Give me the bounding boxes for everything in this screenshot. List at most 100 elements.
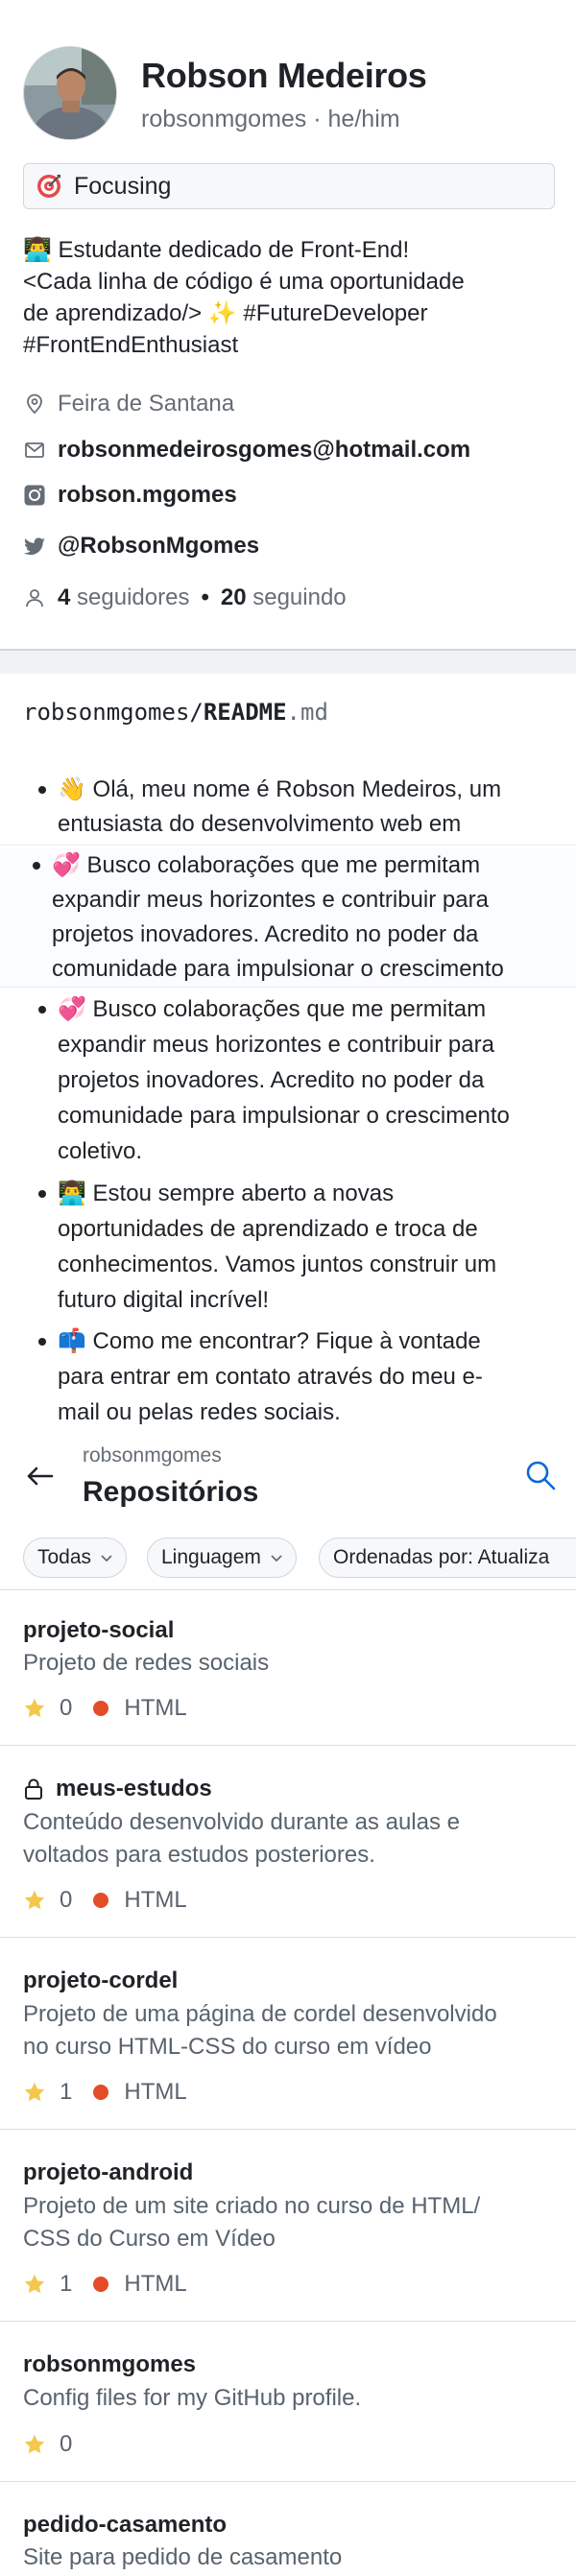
repo-desc-line: Config files for my GitHub profile. (23, 2385, 362, 2411)
page-title: Repositórios (83, 1476, 259, 1508)
readme-title[interactable]: robsonmgomes/README.md (23, 699, 328, 726)
readme-item-1: 👋 Olá, meu nome é Robson Medeiros, um en… (0, 773, 576, 846)
status-text: Focusing (74, 172, 172, 200)
star-icon (24, 1698, 45, 1718)
language-dot (93, 1893, 109, 1908)
star-icon (24, 2434, 45, 2454)
bullet (38, 1006, 46, 1014)
language-dot (93, 1701, 109, 1716)
repo-desc-line: Projeto de um site criado no curso de HT… (23, 2193, 481, 2219)
divider (0, 1937, 576, 1938)
search-icon[interactable] (524, 1459, 557, 1491)
repo-desc-line: CSS do Curso em Vídeo (23, 2226, 276, 2252)
readme-item-5: 📫 Como me encontrar? Fique à vontade par… (0, 1324, 576, 1432)
email-row[interactable]: robsonmedeirosgomes@hotmail.com (23, 434, 470, 466)
bio-line: de aprendizado/> ✨ #FutureDeveloper (23, 300, 428, 326)
following-count[interactable]: 20 (221, 584, 247, 611)
bullet (38, 786, 46, 794)
target-emoji (37, 175, 60, 198)
followers-label[interactable]: seguidores (77, 584, 189, 611)
location-pin-icon (27, 394, 42, 415)
mail-icon (25, 442, 44, 458)
repo-name[interactable]: projeto-android (23, 2159, 193, 2186)
repo-desc-line: Projeto de uma página de cordel desenvol… (23, 2001, 497, 2027)
readme-line: coletivo. (58, 1138, 143, 1164)
repo-name[interactable]: pedido-casamento (23, 2512, 227, 2539)
readme-line: comunidade para impulsionar o cresciment… (58, 1103, 510, 1129)
readme-owner: robsonmgomes (23, 699, 190, 726)
instagram-icon (24, 485, 45, 506)
profile-handle: robsonmgomes · he/him (141, 106, 400, 132)
star-count: 1 (60, 2079, 73, 2105)
filter-label: Ordenadas por: Atualiza (333, 1546, 550, 1568)
star-count: 1 (60, 2271, 73, 2297)
repo-name[interactable]: projeto-cordel (23, 1968, 178, 1994)
filter-type[interactable]: Todas (23, 1538, 128, 1578)
repo-meta: 0 HTML (23, 1694, 187, 1723)
readme-line: para entrar em contato através do meu e- (58, 1364, 483, 1390)
status-badge[interactable]: Focusing (23, 163, 555, 209)
email-link[interactable]: robsonmedeirosgomes@hotmail.com (58, 437, 470, 464)
repo-description: Projeto de redes sociais (23, 1647, 561, 1680)
readme-line: expandir meus horizontes e contribuir pa… (58, 1032, 494, 1058)
divider (0, 2129, 576, 2130)
bullet (38, 1190, 46, 1198)
avatar[interactable] (23, 46, 117, 140)
readme-item-4: 👨‍💻 Estou sempre aberto a novas oportuni… (0, 1177, 576, 1321)
following-label[interactable]: seguindo (252, 584, 346, 611)
repo-meta: 0 HTML (23, 1886, 187, 1915)
repo-desc-line: voltados para estudos posteriores. (23, 1842, 375, 1868)
repo-meta: 0 (23, 2430, 72, 2459)
readme-item-3: 💞️ Busco colaborações que me permitam ex… (0, 992, 576, 1175)
readme-line: expandir meus horizontes e contribuir pa… (52, 887, 489, 913)
lock-icon (25, 1778, 42, 1800)
username: robsonmgomes (141, 106, 307, 132)
twitter-icon (24, 537, 45, 556)
followers-count[interactable]: 4 (58, 584, 70, 611)
repo-description: Projeto de uma página de cordel desenvol… (23, 1998, 561, 2063)
repo-desc-line: Conteúdo desenvolvido durante as aulas e (23, 1809, 460, 1835)
readme-line: 👨‍💻 Estou sempre aberto a novas (58, 1181, 395, 1206)
star-count: 0 (60, 1695, 73, 1721)
instagram-row[interactable]: robson.mgomes (23, 479, 237, 512)
star-icon (24, 2274, 45, 2294)
readme-line: comunidade para impulsionar o cresciment… (52, 956, 504, 982)
repos-owner: robsonmgomes (83, 1444, 222, 1467)
readme-line: 👋 Olá, meu nome é Robson Medeiros, um (58, 776, 502, 802)
readme-line: entusiasta do desenvolvimento web em (58, 811, 462, 837)
readme-line: mail ou pelas redes sociais. (58, 1399, 341, 1425)
bullet (38, 1338, 46, 1346)
twitter-link[interactable]: @RobsonMgomes (58, 533, 259, 560)
bio-line: <Cada linha de código é uma oportunidade (23, 269, 465, 295)
readme-item-2: 💞️ Busco colaborações que me permitam ex… (0, 848, 576, 987)
divider (0, 2321, 576, 2322)
readme-slash: / (189, 699, 204, 726)
filter-language[interactable]: Linguagem (147, 1538, 297, 1578)
star-icon (24, 1890, 45, 1910)
repo-meta: 1 HTML (23, 2270, 187, 2299)
repo-language: HTML (124, 1695, 187, 1721)
repo-language: HTML (124, 2079, 187, 2105)
followers-row[interactable]: 4 seguidores • 20 seguindo (23, 582, 347, 614)
readme-line: 💞️ Busco colaborações que me permitam (52, 852, 481, 878)
instagram-link[interactable]: robson.mgomes (58, 482, 237, 509)
repo-meta: 1 HTML (23, 2078, 187, 2107)
readme-line: conhecimentos. Vamos juntos construir um (58, 1252, 497, 1277)
arrow-left-icon[interactable] (23, 1459, 58, 1493)
twitter-row[interactable]: @RobsonMgomes (23, 530, 259, 562)
repo-name[interactable]: projeto-social (23, 1617, 174, 1644)
readme-divider (0, 987, 576, 988)
profile-name: Robson Medeiros (141, 56, 427, 95)
divider (0, 1589, 576, 1590)
section-divider (0, 649, 576, 674)
repo-name-row[interactable]: meus-estudos (23, 1776, 212, 1802)
language-dot (93, 2085, 109, 2100)
repo-name[interactable]: meus-estudos (56, 1776, 212, 1802)
repo-language: HTML (124, 2271, 187, 2297)
repo-name[interactable]: robsonmgomes (23, 2351, 196, 2378)
filter-label: Todas (37, 1546, 92, 1568)
repo-description: Config files for my GitHub profile. (23, 2382, 561, 2415)
person-icon (26, 589, 43, 608)
pronouns: he/him (327, 106, 400, 132)
filter-sort[interactable]: Ordenadas por: Atualiza (319, 1538, 576, 1578)
